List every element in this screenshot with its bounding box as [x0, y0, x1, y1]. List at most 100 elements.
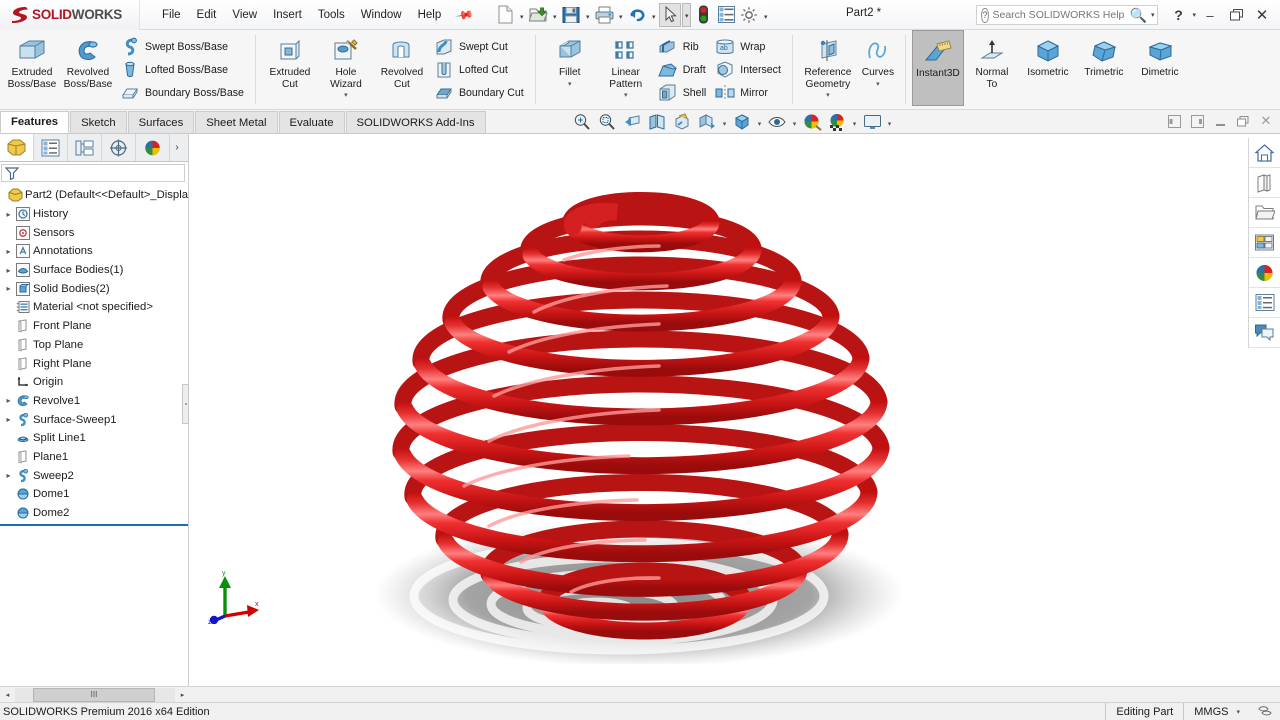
lofted-cut-button[interactable]: Lofted Cut	[430, 58, 529, 81]
view-orientation-button[interactable]	[670, 111, 694, 133]
tab-sketch[interactable]: Sketch	[70, 111, 127, 133]
options-button[interactable]	[738, 3, 760, 27]
tree-item-right-plane[interactable]: Right Plane	[0, 354, 188, 373]
tree-item-part2[interactable]: Part2 (Default<<Default>_Displa	[0, 186, 188, 205]
tree-item-sensors[interactable]: Sensors	[0, 223, 188, 242]
trimetric-button[interactable]: Trimetric	[1076, 30, 1132, 79]
tree-item-top-plane[interactable]: Top Plane	[0, 336, 188, 355]
close-doc-button[interactable]: ✕	[1256, 112, 1276, 130]
tree-item-sweep2[interactable]: ▸ Sweep2	[0, 466, 188, 485]
new-document-caret[interactable]: ▾	[517, 3, 526, 27]
tab-sheet-metal[interactable]: Sheet Metal	[195, 111, 277, 133]
feature-filter-input[interactable]	[1, 164, 185, 182]
search-input[interactable]	[993, 9, 1128, 21]
draft-button[interactable]: Draft	[654, 58, 712, 81]
view-display-sphere-button[interactable]	[1249, 258, 1280, 288]
view-orientation-display-caret[interactable]: ▾	[885, 111, 894, 133]
configuration-manager-tab[interactable]	[68, 134, 102, 161]
display-style-caret[interactable]: ▾	[720, 111, 729, 133]
scroll-right-button[interactable]: ▸	[175, 687, 190, 702]
curves-button[interactable]: Curves ▾	[857, 33, 899, 88]
view-settings-caret[interactable]: ▾	[790, 111, 799, 133]
property-manager-tab[interactable]	[34, 134, 68, 161]
tree-item-plane1[interactable]: Plane1	[0, 448, 188, 467]
new-document-button[interactable]	[494, 3, 516, 27]
tree-item-origin[interactable]: Origin	[0, 373, 188, 392]
extruded-cut-button[interactable]: ExtrudedCut	[262, 33, 318, 90]
view-folder-button[interactable]	[1249, 198, 1280, 228]
rollback-bar[interactable]	[0, 524, 188, 526]
minimize-doc-button[interactable]	[1210, 112, 1230, 130]
tree-item-revolve1[interactable]: ▸ Revolve1	[0, 392, 188, 411]
save-caret[interactable]: ▾	[583, 3, 592, 27]
units-caret-icon[interactable]: ▾	[1236, 708, 1240, 716]
mirror-button[interactable]: Mirror	[711, 81, 786, 104]
fillet-button[interactable]: Fillet ▾	[542, 33, 598, 88]
shell-button[interactable]: Shell	[654, 81, 712, 104]
swept-boss-button[interactable]: Swept Boss/Base	[116, 35, 249, 58]
reference-geometry-dropdown[interactable]: ▾	[826, 91, 830, 99]
expander[interactable]: ▸	[3, 266, 14, 275]
close-button[interactable]: ✕	[1250, 3, 1274, 27]
select-button[interactable]	[659, 3, 681, 27]
print-caret[interactable]: ▾	[616, 3, 625, 27]
edit-appearance-button[interactable]	[800, 111, 824, 133]
tree-item-split-line1[interactable]: Split Line1	[0, 429, 188, 448]
tab-surfaces[interactable]: Surfaces	[128, 111, 195, 133]
revolved-boss-button[interactable]: RevolvedBoss/Base	[60, 33, 116, 90]
dimetric-button[interactable]: Dimetric	[1132, 30, 1188, 79]
restore-button[interactable]	[1224, 3, 1248, 27]
hole-wizard-button[interactable]: HoleWizard ▾	[318, 33, 374, 99]
wrap-button[interactable]: ab Wrap	[711, 35, 786, 58]
expander[interactable]: ▸	[3, 247, 14, 256]
menu-tools[interactable]: Tools	[310, 6, 353, 24]
hide-show-items-button[interactable]	[730, 111, 754, 133]
undo-button[interactable]	[626, 3, 648, 27]
open-document-button[interactable]	[527, 3, 549, 27]
rebuild-button[interactable]	[692, 3, 714, 27]
dimxpert-manager-tab[interactable]	[102, 134, 136, 161]
zoom-to-fit-button[interactable]	[570, 111, 594, 133]
tree-item-surface-sweep1[interactable]: ▸ Surface-Sweep1	[0, 410, 188, 429]
tree-item-material[interactable]: Material <not specified>	[0, 298, 188, 317]
extruded-boss-button[interactable]: ExtrudedBoss/Base	[4, 33, 60, 90]
panel-splitter[interactable]	[182, 384, 189, 424]
search-container[interactable]: ? 🔍 ▾	[976, 5, 1158, 25]
dock-right-button[interactable]	[1187, 112, 1207, 130]
reference-geometry-button[interactable]: ReferenceGeometry ▾	[799, 33, 857, 99]
view-list-button[interactable]	[1249, 288, 1280, 318]
expander[interactable]: ▸	[3, 471, 14, 480]
pin-icon[interactable]: 📌	[455, 4, 475, 24]
tab-solidworks-addins[interactable]: SOLIDWORKS Add-Ins	[346, 111, 486, 133]
zoom-to-area-button[interactable]	[595, 111, 619, 133]
intersect-button[interactable]: Intersect	[711, 58, 786, 81]
dock-left-button[interactable]	[1164, 112, 1184, 130]
view-orientation-display-button[interactable]	[860, 111, 884, 133]
file-properties-button[interactable]	[715, 3, 737, 27]
tree-item-dome1[interactable]: Dome1	[0, 485, 188, 504]
scroll-left-button[interactable]: ◂	[0, 687, 15, 702]
view-home-button[interactable]	[1249, 138, 1280, 168]
view-settings-button[interactable]	[765, 111, 789, 133]
curves-dropdown[interactable]: ▾	[876, 80, 880, 88]
fillet-dropdown[interactable]: ▾	[568, 80, 572, 88]
instant3d-button[interactable]: Instant3D	[912, 30, 964, 106]
hole-wizard-dropdown[interactable]: ▾	[344, 91, 348, 99]
options-caret[interactable]: ▾	[761, 3, 770, 27]
menu-file[interactable]: File	[154, 6, 189, 24]
tree-item-annotations[interactable]: ▸ Annotations	[0, 242, 188, 261]
more-tabs-button[interactable]: ›	[170, 134, 184, 161]
linear-pattern-button[interactable]: LinearPattern ▾	[598, 33, 654, 99]
scroll-track[interactable]: III	[15, 688, 175, 702]
tree-item-front-plane[interactable]: Front Plane	[0, 317, 188, 336]
view-appearances-button[interactable]	[1249, 168, 1280, 198]
linear-pattern-dropdown[interactable]: ▾	[624, 91, 628, 99]
help-button[interactable]: ?	[1166, 3, 1190, 27]
menu-window[interactable]: Window	[353, 6, 410, 24]
tree-item-history[interactable]: ▸ History	[0, 205, 188, 224]
tree-item-solid-bodies[interactable]: ▸ Solid Bodies(2)	[0, 279, 188, 298]
search-icon[interactable]: 🔍	[1130, 7, 1147, 24]
revolved-cut-button[interactable]: RevolvedCut	[374, 33, 430, 90]
previous-view-button[interactable]	[620, 111, 644, 133]
expander[interactable]: ▸	[3, 396, 14, 405]
